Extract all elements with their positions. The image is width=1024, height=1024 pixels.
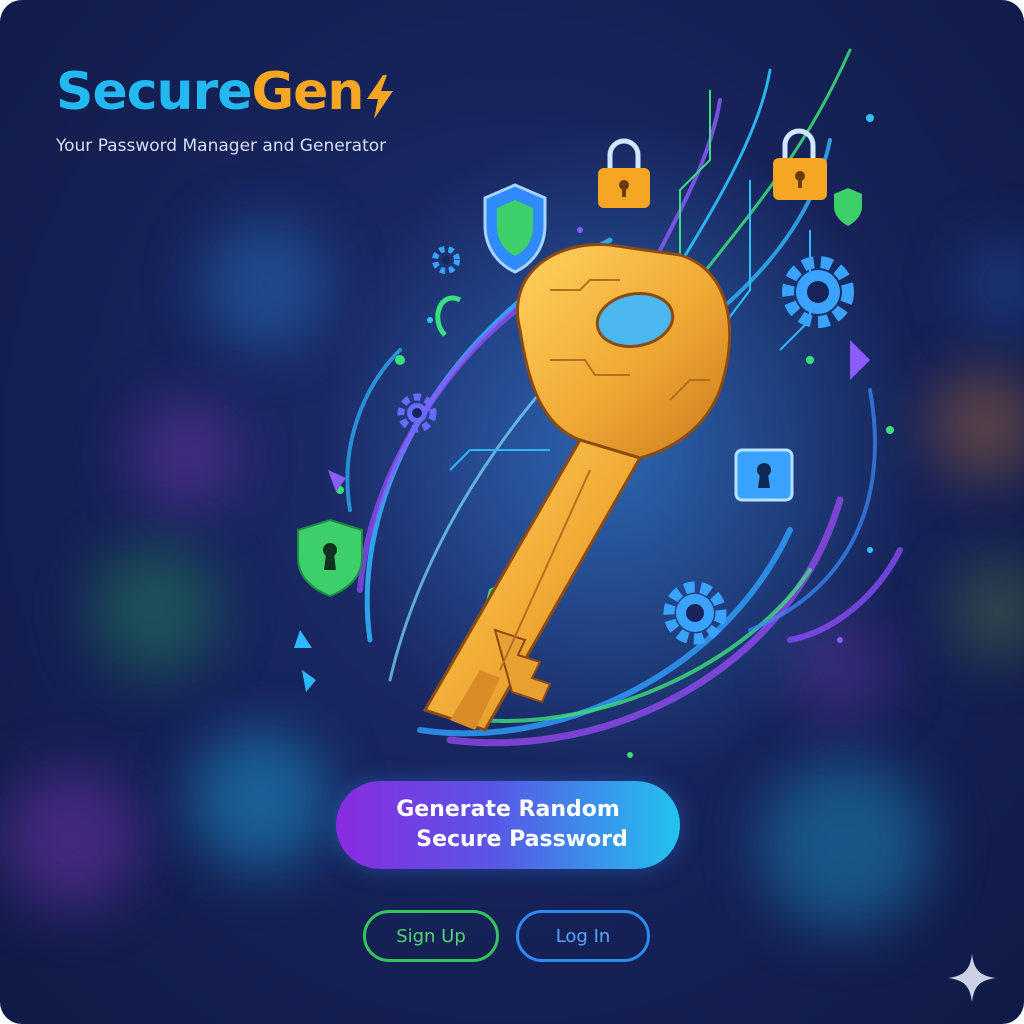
background-bokeh <box>950 560 1024 660</box>
log-in-button[interactable]: Log In <box>516 910 650 962</box>
background-bokeh <box>0 770 140 910</box>
background-bokeh <box>130 400 240 510</box>
background-bokeh <box>90 545 220 675</box>
brand-name-part-1: Secure <box>56 62 252 122</box>
generate-label-line-2: Secure Password <box>416 827 628 852</box>
sparkle-icon <box>946 952 998 1008</box>
app-screen: SecureGen Your Password Manager and Gene… <box>0 0 1024 1024</box>
shield-icon <box>834 188 862 226</box>
generate-password-button[interactable]: Generate Random Secure Password <box>336 781 680 869</box>
sign-up-button[interactable]: Sign Up <box>363 910 499 962</box>
background-bokeh <box>960 240 1024 330</box>
keyhole-icon <box>734 448 794 502</box>
generate-password-label: Generate Random Secure Password <box>388 795 628 855</box>
background-bokeh <box>930 370 1024 480</box>
background-bokeh <box>760 760 930 930</box>
hero-illustration <box>250 30 930 780</box>
generate-label-line-1: Generate Random <box>396 797 620 822</box>
